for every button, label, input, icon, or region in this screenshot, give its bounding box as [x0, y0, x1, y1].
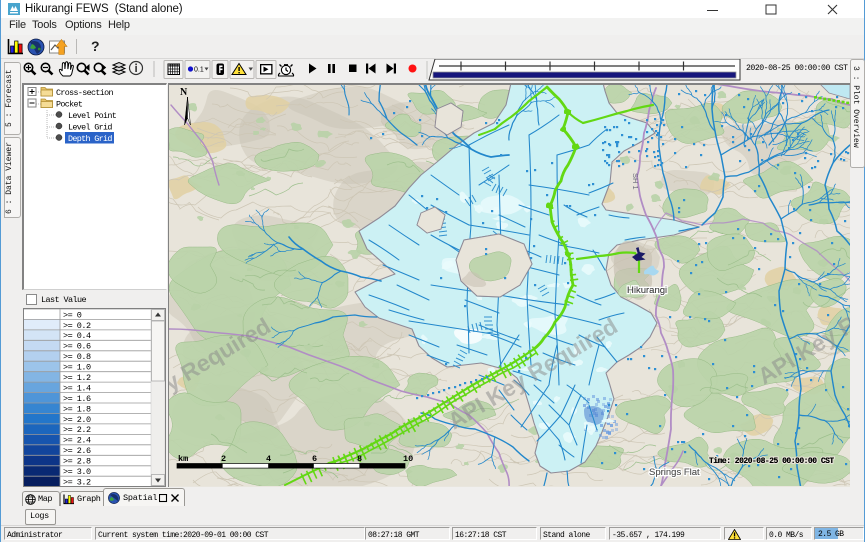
svg-text:10: 10 — [403, 454, 413, 464]
svg-text:>= 0.2: >= 0.2 — [63, 321, 91, 331]
svg-text:>= 2.0: >= 2.0 — [63, 415, 91, 425]
svg-text:>= 1.4: >= 1.4 — [63, 383, 91, 393]
svg-text:>= 2.4: >= 2.4 — [63, 436, 91, 446]
svg-text:>= 1.0: >= 1.0 — [63, 363, 91, 373]
svg-text:6: 6 — [312, 454, 317, 464]
svg-text:>= 0.8: >= 0.8 — [63, 352, 91, 362]
svg-text:>= 3.2: >= 3.2 — [63, 478, 91, 487]
svg-text:Pocket: Pocket — [56, 100, 83, 110]
svg-text:4: 4 — [266, 454, 271, 464]
svg-text:>= 1.2: >= 1.2 — [63, 373, 91, 383]
svg-text:3 : Plot Overview: 3 : Plot Overview — [851, 66, 860, 148]
svg-text:>= 2.8: >= 2.8 — [63, 457, 91, 467]
svg-text:>= 2.6: >= 2.6 — [63, 446, 91, 456]
svg-text:>= 0.6: >= 0.6 — [63, 342, 91, 352]
svg-text:>= 2.2: >= 2.2 — [63, 425, 91, 435]
svg-text:Time: 2020-08-25 00:00:00 CST: Time: 2020-08-25 00:00:00 CST — [709, 457, 834, 466]
svg-text:N: N — [180, 87, 188, 98]
svg-text:>= 0.4: >= 0.4 — [63, 331, 91, 341]
svg-text:Hikurangi: Hikurangi — [627, 285, 667, 296]
svg-text:Level Grid: Level Grid — [68, 123, 112, 133]
svg-text:2: 2 — [221, 454, 226, 464]
svg-text:>= 1.6: >= 1.6 — [63, 394, 91, 404]
svg-text:Level Point: Level Point — [68, 111, 117, 121]
svg-text:>= 1.8: >= 1.8 — [63, 404, 91, 414]
svg-text:>= 0: >= 0 — [63, 310, 82, 320]
svg-text:Cross-section: Cross-section — [56, 88, 114, 98]
svg-text:>= 3.0: >= 3.0 — [63, 467, 91, 477]
svg-text:Springs Flat: Springs Flat — [649, 467, 700, 478]
svg-text:8: 8 — [357, 454, 362, 464]
svg-text:km: km — [178, 454, 188, 464]
svg-text:Depth Grid: Depth Grid — [68, 134, 112, 144]
svg-text:SH 1: SH 1 — [631, 173, 640, 190]
svg-text:0.1: 0.1 — [194, 67, 204, 74]
